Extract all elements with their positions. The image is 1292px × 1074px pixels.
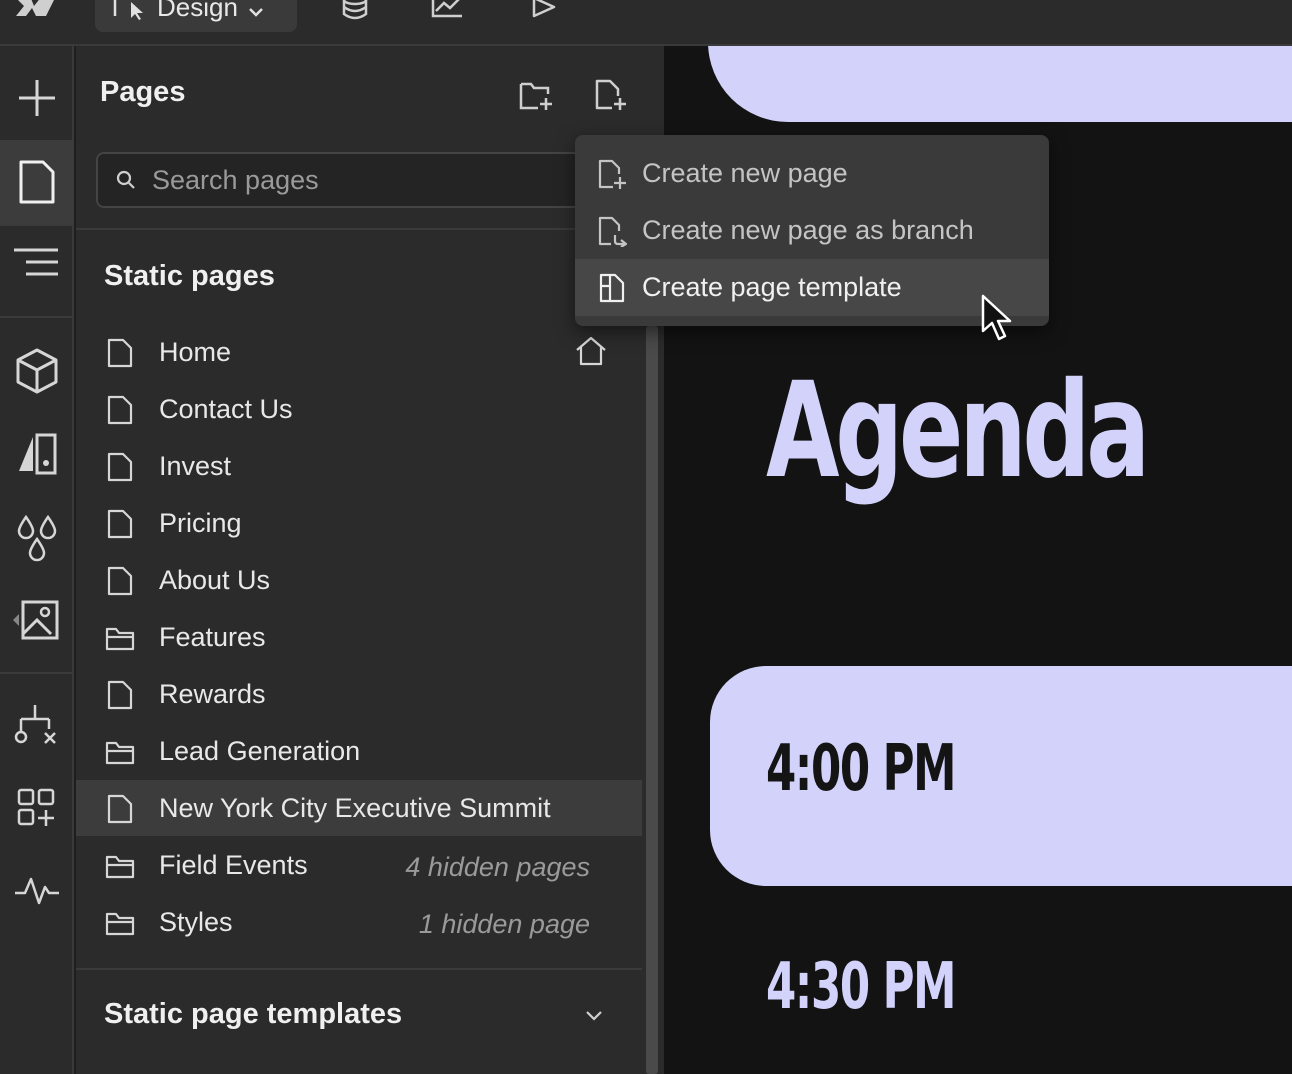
page-name: New York City Executive Summit — [159, 793, 551, 823]
cube-icon — [16, 348, 58, 394]
agenda-time-1: 4:00 PM — [766, 732, 956, 806]
top-bar: Design — [0, 0, 1292, 46]
database-icon[interactable] — [338, 0, 372, 22]
file-branch-icon — [598, 216, 627, 247]
page-row[interactable]: Invest — [76, 438, 642, 494]
paint-swatch-icon — [19, 433, 57, 475]
page-row[interactable]: New York City Executive Summit — [76, 780, 642, 836]
page-row[interactable]: Field Events 4 hidden pages — [76, 837, 642, 893]
page-row[interactable]: Pricing — [76, 495, 642, 551]
static-pages-heading: Static pages — [104, 260, 275, 292]
page-name: Styles — [159, 907, 233, 937]
navigator-lines-icon — [14, 248, 58, 276]
new-folder-icon[interactable] — [518, 78, 554, 112]
page-row[interactable]: Contact Us — [76, 381, 642, 437]
page-name: Field Events — [159, 850, 308, 880]
apps-grid-icon — [17, 788, 55, 826]
page-row[interactable]: Rewards — [76, 666, 642, 722]
hidden-pages-note: 4 hidden pages — [405, 852, 590, 882]
page-icon — [107, 452, 133, 482]
page-row[interactable]: Home — [76, 324, 642, 380]
file-plus-icon — [598, 159, 626, 189]
mode-label: Design — [157, 0, 238, 22]
flow-icon — [14, 705, 56, 744]
agenda-heading: Agenda — [766, 354, 1150, 508]
mode-switcher-button[interactable]: Design — [95, 0, 297, 32]
page-name: Lead Generation — [159, 736, 361, 766]
style-selectors-button[interactable] — [0, 412, 74, 496]
search-input[interactable] — [152, 164, 552, 196]
page-row[interactable]: Features — [76, 609, 642, 665]
chevron-down-icon — [249, 8, 263, 17]
template-icon — [599, 273, 625, 303]
variables-button[interactable] — [0, 496, 74, 580]
drops-icon — [17, 514, 57, 562]
page-icon — [107, 395, 133, 425]
page-row[interactable]: About Us — [76, 552, 642, 608]
navigator-button[interactable] — [0, 222, 74, 306]
left-toolbar — [0, 46, 74, 1074]
folder-icon — [105, 912, 135, 936]
folder-icon — [105, 741, 135, 765]
folder-icon — [105, 855, 135, 879]
page-name: Pricing — [159, 508, 242, 538]
assets-button[interactable] — [0, 579, 74, 663]
plus-icon — [19, 80, 55, 116]
apps-button[interactable] — [0, 766, 74, 850]
page-name: Invest — [159, 451, 232, 481]
search-box — [96, 152, 616, 208]
play-icon[interactable] — [528, 0, 562, 22]
audits-button[interactable] — [0, 849, 74, 933]
mouse-pointer-icon — [981, 294, 1012, 341]
agenda-time-2: 4:30 PM — [766, 950, 956, 1024]
page-name: Features — [159, 622, 266, 652]
add-element-button[interactable] — [0, 56, 74, 140]
menu-item-create-page-template[interactable]: Create page template — [575, 259, 1049, 316]
menu-item-create-page-branch[interactable]: Create new page as branch — [575, 202, 1049, 259]
cursor-select-icon — [113, 0, 143, 20]
page-icon — [107, 566, 133, 596]
agenda-time-card: 4:00 PM — [710, 666, 1292, 886]
page-name: Rewards — [159, 679, 266, 709]
static-page-templates-heading[interactable]: Static page templates — [104, 998, 402, 1031]
page-icon — [107, 680, 133, 710]
analytics-chart-icon[interactable] — [430, 0, 464, 22]
page-icon — [107, 338, 133, 368]
canvas-top-card — [708, 46, 1292, 122]
new-page-icon[interactable] — [592, 78, 628, 112]
hidden-pages-note: 1 hidden page — [418, 909, 590, 939]
activity-pulse-icon — [15, 877, 59, 905]
page-icon — [107, 794, 133, 824]
folder-icon — [105, 627, 135, 651]
components-button[interactable] — [0, 329, 74, 413]
search-icon — [116, 170, 135, 189]
logic-flows-button[interactable] — [0, 684, 74, 768]
panel-title: Pages — [100, 76, 186, 108]
chevron-down-icon[interactable] — [582, 1004, 606, 1028]
page-row[interactable]: Lead Generation — [76, 723, 642, 779]
home-icon — [576, 336, 606, 366]
pages-panel-button[interactable] — [0, 140, 74, 224]
new-page-menu: Create new page Create new page as branc… — [575, 135, 1049, 326]
app-logo-icon[interactable] — [10, 0, 60, 20]
menu-item-create-new-page[interactable]: Create new page — [575, 145, 1049, 202]
page-name: Home — [159, 337, 232, 367]
page-icon — [107, 509, 133, 539]
page-row[interactable]: Styles 1 hidden page — [76, 894, 642, 950]
scrollbar[interactable] — [646, 326, 658, 1074]
image-icon — [13, 600, 59, 640]
page-icon — [19, 160, 55, 204]
page-name: Contact Us — [159, 394, 293, 424]
page-name: About Us — [159, 565, 271, 595]
